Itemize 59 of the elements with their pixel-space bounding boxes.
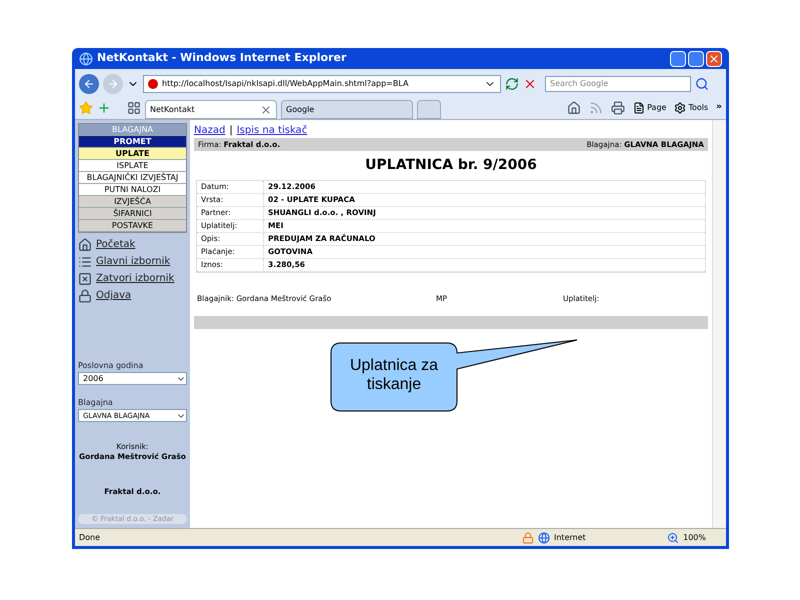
zone-text: Internet bbox=[554, 532, 586, 544]
link-separator: | bbox=[229, 124, 233, 138]
search-icon[interactable] bbox=[695, 76, 709, 90]
minimize-button[interactable] bbox=[670, 50, 686, 66]
scrollbar[interactable] bbox=[712, 120, 726, 528]
star-icon[interactable] bbox=[79, 101, 93, 115]
sidebar-menu-item[interactable]: PUTNI NALOZI bbox=[79, 184, 186, 196]
status-text: Done bbox=[79, 532, 100, 544]
add-favorite-icon[interactable] bbox=[97, 101, 111, 115]
tools-menu-button[interactable]: Tools bbox=[674, 102, 708, 114]
sidebar-menu-item[interactable]: PROMET bbox=[79, 136, 186, 148]
sidebar-menu-item[interactable]: IZVJEŠĆA bbox=[79, 196, 186, 208]
year-select[interactable]: 2006 bbox=[78, 372, 187, 386]
sidebar-menu-item[interactable]: POSTAVKE bbox=[79, 220, 186, 232]
back-arrow-icon bbox=[83, 78, 95, 90]
house-icon bbox=[78, 238, 92, 252]
close-icon bbox=[708, 52, 720, 64]
page-icon bbox=[633, 102, 646, 114]
print-link[interactable]: Ispis na tiskač bbox=[236, 123, 308, 138]
more-chevron[interactable]: » bbox=[716, 101, 722, 115]
close-button[interactable] bbox=[706, 50, 722, 66]
zoom-icon[interactable] bbox=[667, 532, 680, 544]
sidebar-menu-item[interactable]: ŠIFARNICI bbox=[79, 208, 186, 220]
sidebar-link[interactable]: Glavni izbornik bbox=[96, 254, 170, 269]
sidebar-menu-item[interactable]: BLAGAJNIČKI IZVJEŠTAJ bbox=[79, 172, 186, 184]
browser-tab[interactable]: NetKontakt bbox=[145, 100, 277, 119]
sidebar-menu-item[interactable]: UPLATE bbox=[79, 148, 186, 160]
globe-icon bbox=[538, 532, 550, 544]
callout-text: Uplatnica za tiskanje bbox=[348, 356, 440, 394]
cashbox-label: Blagajna bbox=[78, 397, 114, 410]
print-icon[interactable] bbox=[611, 101, 626, 115]
sidebar-menu-item[interactable]: ISPLATE bbox=[79, 160, 186, 172]
window-icon bbox=[78, 272, 92, 286]
window-title: NetKontakt - Windows Internet Explorer bbox=[97, 50, 346, 66]
lock-icon bbox=[78, 288, 92, 302]
back-link[interactable]: Nazad bbox=[194, 123, 226, 138]
page-menu-button[interactable]: Page bbox=[633, 102, 666, 114]
forward-arrow-icon bbox=[107, 78, 119, 90]
sidebar-link[interactable]: Odjava bbox=[96, 288, 132, 303]
sidebar-link[interactable]: Početak bbox=[96, 237, 136, 252]
home-icon[interactable] bbox=[567, 101, 582, 115]
gear-icon bbox=[674, 102, 686, 114]
tab-close-icon[interactable] bbox=[260, 104, 272, 116]
zoom-level[interactable]: 100% bbox=[683, 532, 706, 544]
search-field[interactable]: Search Google bbox=[545, 76, 691, 92]
year-label: Poslovna godina bbox=[78, 360, 144, 372]
refresh-icon[interactable] bbox=[505, 76, 519, 90]
list-icon bbox=[78, 254, 92, 268]
security-icon bbox=[522, 532, 534, 544]
quick-tabs-icon[interactable] bbox=[127, 101, 141, 115]
site-favicon-icon bbox=[148, 78, 158, 88]
url-text: http://localhost/Isapi/nkIsapi.dll/WebAppMain.shtml?app=BLA bbox=[162, 78, 408, 90]
sidebar-link[interactable]: Zatvori izbornik bbox=[96, 271, 174, 286]
browser-logo-icon bbox=[79, 52, 93, 66]
address-field[interactable]: http://localhost/Isapi/nkIsapi.dll/WebAppMain.shtml?app=BLA bbox=[143, 74, 501, 92]
browser-tab[interactable]: Google bbox=[281, 100, 413, 119]
document-heading: UPLATNICA br. 9/2006 bbox=[364, 156, 538, 175]
back-button[interactable] bbox=[79, 74, 99, 94]
maximize-button[interactable] bbox=[688, 50, 704, 66]
